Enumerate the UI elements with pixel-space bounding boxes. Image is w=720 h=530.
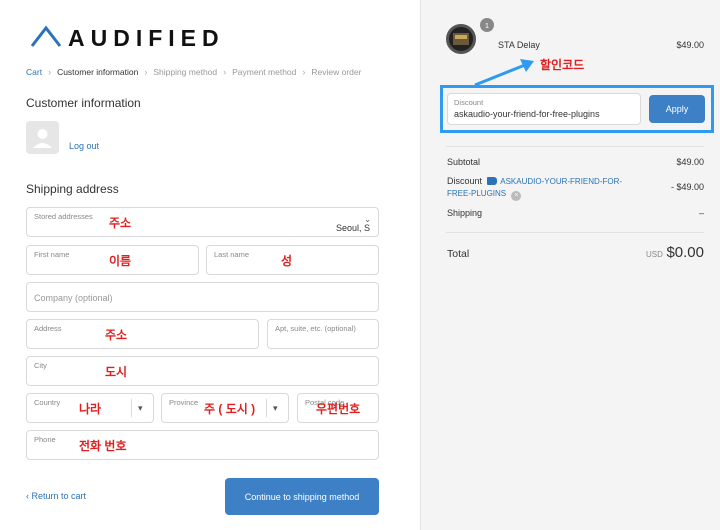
product-price: $49.00 <box>676 40 704 50</box>
breadcrumb-customer-information: Customer information <box>57 67 139 77</box>
address-annotation: 주소 <box>105 328 128 342</box>
province-annotation: 주 ( 도시 ) <box>204 402 256 416</box>
first-name-field[interactable]: First name 이름 <box>26 245 199 275</box>
company-field[interactable]: Company (optional) <box>26 282 379 312</box>
return-to-cart-link[interactable]: ‹ Return to cart <box>26 491 86 501</box>
discount-input[interactable]: Discount askaudio-your-friend-for-free-p… <box>447 93 641 125</box>
continue-to-shipping-button[interactable]: Continue to shipping method <box>225 478 379 515</box>
svg-text:AUDIFIED: AUDIFIED <box>68 25 225 51</box>
product-name: STA Delay <box>498 40 540 50</box>
chevron-right-icon: › <box>223 67 227 77</box>
apt-suite-field[interactable]: Apt, suite, etc. (optional) <box>267 319 379 349</box>
country-select[interactable]: Country 나라 ▾ <box>26 393 154 423</box>
stored-addresses-select[interactable]: Stored addresses 주소 Seoul, S ⌄ <box>26 207 379 237</box>
shipping-value: – <box>698 208 704 218</box>
breadcrumb-shipping-method: Shipping method <box>153 67 218 77</box>
last-name-field[interactable]: Last name 성 <box>206 245 379 275</box>
product-thumbnail <box>446 24 476 54</box>
order-summary-panel <box>420 0 720 530</box>
select-divider <box>131 399 132 417</box>
tag-icon <box>487 177 498 185</box>
phone-field[interactable]: Phone 전화 번호 <box>26 430 379 460</box>
user-icon <box>33 129 52 148</box>
chevron-right-icon: › <box>302 67 306 77</box>
total-value: $0.00 <box>666 244 704 261</box>
return-to-cart-label: Return to cart <box>31 491 87 501</box>
country-label: Country <box>34 398 61 407</box>
apt-suite-label: Apt, suite, etc. (optional) <box>275 324 356 333</box>
discount-amount: - $49.00 <box>670 182 704 192</box>
city-annotation: 도시 <box>105 365 128 379</box>
country-annotation: 나라 <box>79 402 102 416</box>
company-placeholder: Company (optional) <box>34 293 113 303</box>
discount-row-label: Discount <box>447 176 483 186</box>
subtotal-label: Subtotal <box>447 157 481 167</box>
select-divider <box>266 399 267 417</box>
audified-logo: AUDIFIED <box>30 25 225 51</box>
shipping-address-title: Shipping address <box>26 182 119 196</box>
chevron-right-icon: › <box>48 67 52 77</box>
stored-addresses-label: Stored addresses <box>34 212 93 221</box>
customer-information-title: Customer information <box>26 96 141 110</box>
divider <box>446 232 704 233</box>
quantity-badge: 1 <box>480 18 494 32</box>
last-name-label: Last name <box>214 250 250 259</box>
postal-code-annotation: 우편번호 <box>316 402 361 416</box>
city-field[interactable]: City 도시 <box>26 356 379 386</box>
breadcrumb-review-order: Review order <box>311 67 362 77</box>
first-name-annotation: 이름 <box>109 254 132 268</box>
chevron-right-icon: › <box>144 67 148 77</box>
shipping-label: Shipping <box>447 208 483 218</box>
subtotal-value: $49.00 <box>676 157 704 167</box>
remove-icon[interactable]: × <box>511 191 522 201</box>
discount-row: Discount ASKAUDIO-YOUR-FRIEND-FOR-FREE-P… <box>447 175 627 201</box>
logout-link[interactable]: Log out <box>69 141 99 151</box>
divider <box>446 146 704 147</box>
address-label: Address <box>34 324 62 333</box>
province-label: Province <box>169 398 199 407</box>
apply-button[interactable]: Apply <box>649 95 705 123</box>
postal-code-field[interactable]: Postal code 우편번호 <box>297 393 379 423</box>
phone-label: Phone <box>34 435 56 444</box>
address-field[interactable]: Address 주소 <box>26 319 259 349</box>
breadcrumb-payment-method: Payment method <box>232 67 297 77</box>
stored-address-annotation: 주소 <box>109 216 132 230</box>
province-select[interactable]: Province 주 ( 도시 ) ▾ <box>161 393 289 423</box>
discount-code-annotation: 할인코드 <box>540 58 585 72</box>
chevron-down-icon: ▾ <box>138 403 143 413</box>
first-name-label: First name <box>34 250 70 259</box>
chevron-down-icon: ⌄ <box>364 215 371 224</box>
discount-input-value: askaudio-your-friend-for-free-plugins <box>454 109 600 119</box>
total-label: Total <box>447 248 470 260</box>
phone-annotation: 전화 번호 <box>79 439 127 453</box>
breadcrumb-cart[interactable]: Cart <box>26 67 42 77</box>
breadcrumb: Cart › Customer information › Shipping m… <box>26 67 361 77</box>
product-image <box>453 33 469 45</box>
avatar <box>26 121 59 154</box>
chevron-down-icon: ▾ <box>273 403 278 413</box>
stored-address-value: Seoul, S <box>335 223 370 233</box>
total-currency: USD <box>646 250 663 259</box>
discount-label: Discount <box>454 98 484 107</box>
last-name-annotation: 성 <box>281 254 293 268</box>
city-label: City <box>34 361 47 370</box>
